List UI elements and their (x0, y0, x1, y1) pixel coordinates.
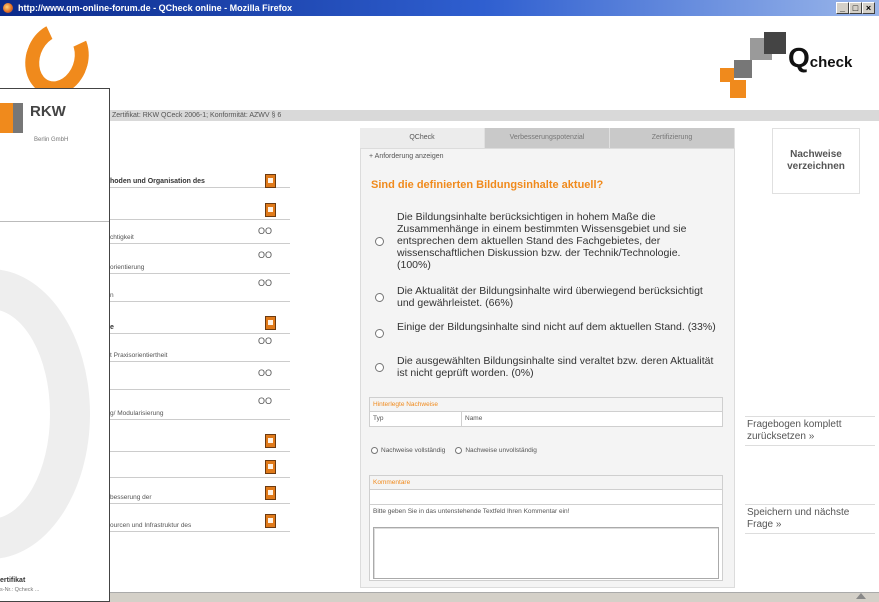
document-icon[interactable] (265, 514, 276, 528)
certificate-info-bar: Zertifikat: RKW QCeck 2006-1; Konformitä… (110, 110, 879, 121)
evidence-column-row: Typ Name (370, 412, 722, 426)
q-watermark-icon (0, 269, 90, 559)
criteria-item[interactable]: e (110, 314, 290, 334)
answer-radio[interactable] (375, 329, 384, 338)
rkw-certificate-panel: RKW Berlin GmbH ertifikat s-Nr.: Qcheck … (0, 88, 110, 602)
rkw-certificate-number: s-Nr.: Qcheck ... (0, 587, 40, 593)
show-requirement-link[interactable]: + Anforderung anzeigen (369, 153, 444, 160)
evidence-col-type: Typ (370, 412, 462, 426)
maximize-button[interactable]: □ (849, 2, 862, 14)
criteria-item[interactable]: orientierung OO (110, 250, 290, 274)
tab-improvement-potential[interactable]: Verbesserungspotenzial (485, 128, 610, 148)
criteria-item[interactable]: g/ Modularisierung OO (110, 396, 290, 420)
document-icon[interactable] (265, 460, 276, 474)
document-icon[interactable] (265, 203, 276, 217)
tab-qcheck[interactable]: QCheck (360, 128, 485, 148)
logo-square-dark (764, 32, 786, 54)
tab-certification[interactable]: Zertifizierung (610, 128, 735, 148)
rkw-logo-bar-orange (0, 103, 13, 133)
question-panel: + Anforderung anzeigen Sind die definier… (360, 148, 735, 588)
status-bar (110, 592, 879, 602)
firefox-icon (3, 3, 13, 13)
criteria-item[interactable]: chtigkeit OO (110, 226, 290, 244)
reset-questionnaire-link[interactable]: Fragebogen komplett zurücksetzen » (745, 416, 875, 446)
rkw-subtitle: Berlin GmbH (34, 137, 69, 143)
evidence-status-radios: Nachweise vollständig Nachweise unvollst… (371, 447, 537, 454)
close-button[interactable]: × (862, 2, 875, 14)
answer-radio[interactable] (375, 237, 384, 246)
comment-hint: Bitte geben Sie in das untenstehende Tex… (373, 508, 570, 515)
evidence-incomplete-option[interactable]: Nachweise unvollständig (455, 447, 537, 454)
rkw-logo-bar-grey (13, 103, 23, 133)
rkw-certificate-label: ertifikat (0, 577, 26, 584)
comment-textarea[interactable] (373, 527, 719, 579)
comment-spacer (370, 490, 722, 504)
question-title: Sind die definierten Bildungsinhalte akt… (371, 179, 604, 191)
rkw-name: RKW (30, 103, 66, 120)
q-logo (15, 13, 99, 105)
comment-hint-row: Bitte geben Sie in das untenstehende Tex… (370, 504, 722, 518)
status-circles: OO (258, 368, 273, 378)
record-evidence-button[interactable]: Nachweise verzeichnen (772, 128, 860, 194)
document-icon[interactable] (265, 486, 276, 500)
evidence-header: Hinterlegte Nachweise (370, 398, 722, 412)
criteria-item[interactable]: ourcen und Infrastruktur des (110, 512, 290, 532)
save-next-link[interactable]: Speichern und nächste Frage » (745, 504, 875, 534)
scroll-up-icon[interactable] (856, 593, 866, 599)
rkw-divider (0, 221, 109, 222)
answer-radio[interactable] (375, 363, 384, 372)
status-circles: OO (258, 226, 273, 236)
evidence-incomplete-radio[interactable] (455, 447, 463, 454)
document-icon[interactable] (265, 316, 276, 330)
criteria-item[interactable]: t Praxisorientiertheit OO (110, 336, 290, 362)
criteria-item[interactable] (110, 200, 290, 220)
document-icon[interactable] (265, 174, 276, 188)
status-circles: OO (258, 396, 273, 406)
criteria-item[interactable]: n OO (110, 278, 290, 302)
status-circles: OO (258, 250, 273, 260)
evidence-complete-radio[interactable] (371, 447, 378, 454)
window-titlebar: http://www.qm-online-forum.de - QCheck o… (0, 0, 879, 16)
criteria-item[interactable]: besserung der (110, 484, 290, 504)
qcheck-logo: Qcheck (720, 30, 879, 110)
document-icon[interactable] (265, 434, 276, 448)
minimize-button[interactable]: _ (836, 2, 849, 14)
evidence-complete-option[interactable]: Nachweise vollständig (371, 447, 445, 454)
criteria-item[interactable]: hoden und Organisation des (110, 168, 290, 188)
evidence-table: Hinterlegte Nachweise Typ Name (369, 397, 723, 427)
answer-radio[interactable] (375, 293, 384, 302)
comment-header: Kommentare (370, 476, 722, 490)
criteria-item[interactable] (110, 458, 290, 478)
status-circles: OO (258, 336, 273, 346)
window-title: http://www.qm-online-forum.de - QCheck o… (18, 3, 293, 13)
qcheck-wordmark: Qcheck (788, 42, 853, 73)
criteria-item[interactable] (110, 432, 290, 452)
tab-bar: QCheck Verbesserungspotenzial Zertifizie… (360, 128, 735, 148)
logo-square-orange-2 (730, 80, 746, 98)
evidence-col-name: Name (465, 415, 483, 422)
logo-square-grey (734, 60, 752, 78)
status-circles: OO (258, 278, 273, 288)
criteria-item[interactable]: OO (110, 368, 290, 390)
